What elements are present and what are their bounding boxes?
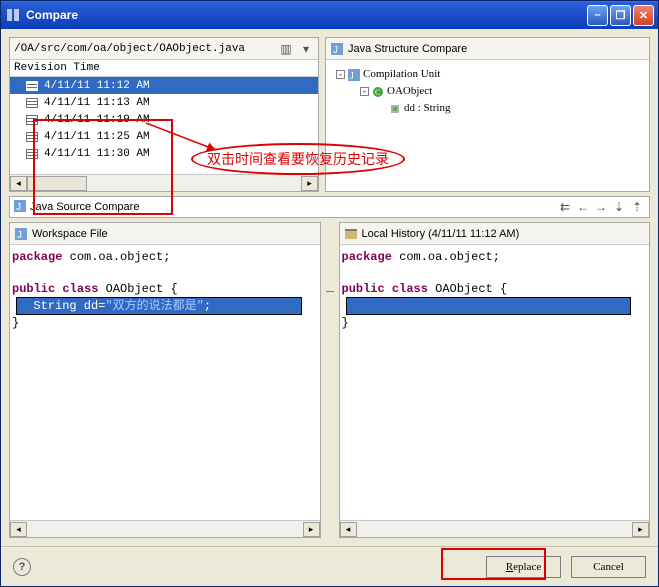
copy-right-icon[interactable]: → bbox=[593, 199, 609, 215]
java-icon: J bbox=[330, 42, 344, 56]
prev-diff-icon[interactable]: ⇡ bbox=[629, 199, 645, 215]
svg-text:C: C bbox=[375, 88, 380, 97]
scroll-left-button[interactable]: ◂ bbox=[10, 522, 27, 537]
horizontal-scrollbar[interactable]: ◂ ▸ bbox=[10, 174, 318, 191]
revision-panel: /OA/src/com/oa/object/OAObject.java ▥ ▾ … bbox=[9, 37, 319, 192]
java-file-icon: J bbox=[14, 227, 28, 241]
tree-node-label: Compilation Unit bbox=[363, 66, 440, 83]
copy-all-left-icon[interactable]: ⇇ bbox=[557, 199, 573, 215]
structure-panel: J Java Structure Compare - J Compilation… bbox=[325, 37, 650, 192]
revision-list[interactable]: 4/11/11 11:12 AM 4/11/11 11:13 AM 4/11/1… bbox=[10, 77, 318, 174]
collapse-icon[interactable]: - bbox=[336, 70, 345, 79]
replace-button[interactable]: Replace bbox=[486, 556, 561, 578]
diff-highlight-line: String dd="双方的说法都是"; bbox=[16, 297, 302, 315]
revision-item[interactable]: 4/11/11 11:19 AM bbox=[10, 111, 318, 128]
scroll-left-button[interactable]: ◂ bbox=[10, 176, 27, 191]
revision-icon bbox=[26, 115, 38, 125]
svg-text:J: J bbox=[16, 202, 21, 212]
workspace-title: Workspace File bbox=[32, 228, 108, 240]
java-source-compare-bar: J Java Source Compare ⇇ ← → ⇣ ⇡ bbox=[9, 196, 650, 218]
workspace-code[interactable]: package com.oa.object; public class OAOb… bbox=[10, 245, 320, 520]
history-code[interactable]: package com.oa.object; public class OAOb… bbox=[340, 245, 650, 520]
diff-highlight-line bbox=[346, 297, 632, 315]
maximize-button[interactable]: ❐ bbox=[610, 5, 631, 26]
class-icon: C bbox=[371, 85, 385, 99]
revision-icon bbox=[26, 81, 38, 91]
next-diff-icon[interactable]: ⇣ bbox=[611, 199, 627, 215]
compare-window: Compare – ❐ ✕ /OA/src/com/oa/object/OAOb… bbox=[0, 0, 659, 587]
file-path: /OA/src/com/oa/object/OAObject.java bbox=[14, 43, 245, 55]
collapse-icon[interactable]: - bbox=[360, 87, 369, 96]
svg-text:J: J bbox=[333, 45, 338, 55]
revision-item[interactable]: 4/11/11 11:13 AM bbox=[10, 94, 318, 111]
minimize-button[interactable]: – bbox=[587, 5, 608, 26]
window-title: Compare bbox=[26, 8, 587, 22]
titlebar[interactable]: Compare – ❐ ✕ bbox=[1, 1, 658, 29]
content-area: /OA/src/com/oa/object/OAObject.java ▥ ▾ … bbox=[1, 29, 658, 546]
revision-header: Revision Time bbox=[10, 60, 318, 77]
compilation-unit-icon: J bbox=[347, 68, 361, 82]
revision-icon bbox=[26, 132, 38, 142]
local-history-title: Local History (4/11/11 11:12 AM) bbox=[362, 228, 520, 240]
revision-item[interactable]: 4/11/11 11:30 AM bbox=[10, 145, 318, 162]
revision-item[interactable]: 4/11/11 11:12 AM bbox=[10, 77, 318, 94]
revision-item[interactable]: 4/11/11 11:25 AM bbox=[10, 128, 318, 145]
scroll-right-button[interactable]: ▸ bbox=[632, 522, 649, 537]
workspace-file-pane: J Workspace File package com.oa.object; … bbox=[9, 222, 321, 538]
svg-text:J: J bbox=[17, 230, 22, 240]
horizontal-scrollbar[interactable]: ◂ ▸ bbox=[10, 520, 320, 537]
revision-icon bbox=[26, 98, 38, 108]
scroll-thumb[interactable] bbox=[27, 176, 87, 191]
close-button[interactable]: ✕ bbox=[633, 5, 654, 26]
scroll-right-button[interactable]: ▸ bbox=[303, 522, 320, 537]
diff-connector bbox=[327, 291, 333, 538]
cancel-button[interactable]: Cancel bbox=[571, 556, 646, 578]
horizontal-scrollbar[interactable]: ◂ ▸ bbox=[340, 520, 650, 537]
field-icon bbox=[388, 102, 402, 116]
scroll-right-button[interactable]: ▸ bbox=[301, 176, 318, 191]
layout-icon[interactable]: ▥ bbox=[278, 41, 294, 57]
tree-node-label: dd : String bbox=[404, 100, 450, 117]
dropdown-icon[interactable]: ▾ bbox=[298, 41, 314, 57]
java-icon: J bbox=[14, 200, 26, 215]
revision-icon bbox=[26, 149, 38, 159]
help-icon[interactable]: ? bbox=[13, 558, 31, 576]
history-icon bbox=[344, 227, 358, 241]
structure-tree[interactable]: - J Compilation Unit - C OAObject dd : S… bbox=[326, 60, 649, 123]
app-icon bbox=[5, 7, 21, 23]
compare-title: Java Source Compare bbox=[30, 201, 139, 213]
scroll-left-button[interactable]: ◂ bbox=[340, 522, 357, 537]
svg-text:J: J bbox=[350, 71, 354, 81]
copy-left-icon[interactable]: ← bbox=[575, 199, 591, 215]
local-history-pane: Local History (4/11/11 11:12 AM) package… bbox=[339, 222, 651, 538]
structure-title: Java Structure Compare bbox=[348, 43, 467, 55]
tree-node-label: OAObject bbox=[387, 83, 432, 100]
footer-bar: ? Replace Cancel bbox=[1, 546, 658, 586]
